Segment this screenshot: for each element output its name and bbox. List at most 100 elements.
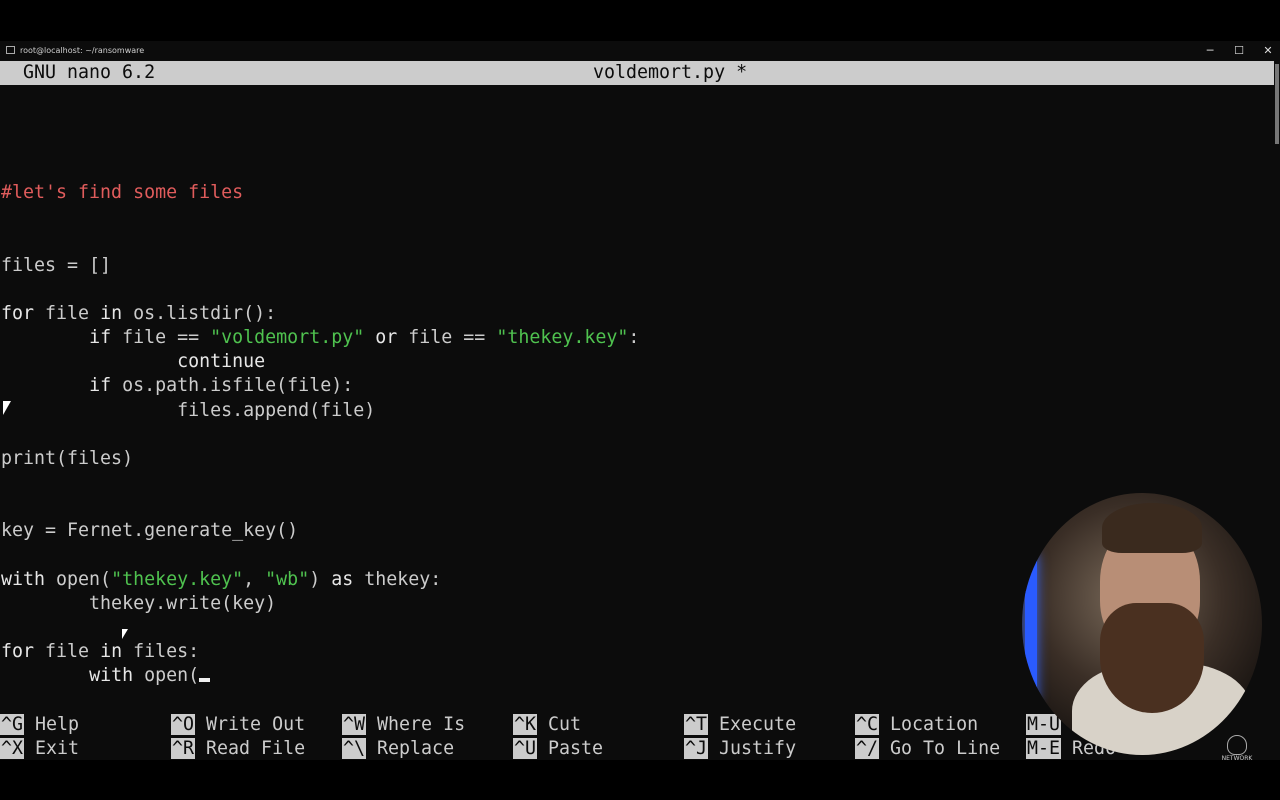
- person-hair: [1102, 503, 1202, 553]
- shortcut-help: ^G Help: [0, 713, 79, 737]
- text-cursor-icon: [122, 629, 128, 639]
- code-keyword: if: [89, 327, 112, 349]
- mouse-pointer-icon: [3, 401, 11, 415]
- shortcut-key: M-U: [1026, 714, 1062, 735]
- code-keyword: if: [89, 375, 112, 397]
- shortcut-key: ^\: [342, 738, 367, 759]
- nano-version: GNU nano 6.2: [23, 62, 156, 83]
- shortcut-key: M-E: [1026, 738, 1062, 759]
- code-text: files.append(file): [1, 399, 376, 421]
- shortcut-label: Replace: [377, 738, 455, 759]
- scrollbar[interactable]: [1274, 60, 1280, 760]
- shortcut-where-is: ^W Where Is: [342, 713, 465, 737]
- code-line: files.append(file): [1, 399, 639, 423]
- neon-light: [1025, 553, 1037, 703]
- video-letterbox-bottom: [0, 760, 1280, 800]
- code-line: thekey.write(key): [1, 592, 639, 616]
- shortcut-label: Location: [890, 714, 979, 735]
- minimize-button[interactable]: ─: [1200, 44, 1220, 58]
- shortcut-label: Paste: [548, 738, 604, 759]
- code-text: os.listdir():: [122, 302, 277, 324]
- shortcut-label: Justify: [719, 738, 797, 759]
- nano-title-bar: GNU nano 6.2 voldemort.py *: [0, 61, 1274, 85]
- shortcut-label: Exit: [35, 738, 80, 759]
- shortcut-key: ^X: [0, 738, 25, 759]
- shortcut-label: Where Is: [377, 714, 466, 735]
- code-comment: #let's find some files: [1, 182, 244, 204]
- code-string: "thekey.key": [111, 568, 244, 590]
- code-keyword: for: [1, 640, 35, 662]
- shortcut-label: Go To Line: [890, 738, 1001, 759]
- terminal-icon: [6, 46, 15, 54]
- code-line: #let's find some files: [1, 181, 639, 205]
- skull-logo-icon: [1227, 735, 1247, 755]
- code-text: :: [628, 327, 640, 349]
- shortcut-label: Write Out: [206, 714, 306, 735]
- code-text: file ==: [397, 327, 497, 349]
- code-line: if file == "voldemort.py" or file == "th…: [1, 326, 639, 350]
- shortcut-paste: ^U Paste: [513, 737, 603, 761]
- shortcut-key: ^/: [855, 738, 880, 759]
- webcam-overlay: [1022, 493, 1262, 755]
- shortcut-execute: ^T Execute: [684, 713, 796, 737]
- code-text: open(: [45, 568, 112, 590]
- code-line: with open("thekey.key", "wb") as thekey:: [1, 568, 639, 592]
- code-line: with open(: [1, 664, 639, 688]
- code-text: file ==: [111, 327, 211, 349]
- shortcut-key: ^K: [513, 714, 538, 735]
- code-text: files = []: [1, 254, 112, 276]
- shortcut-label: Help: [35, 714, 80, 735]
- code-keyword: in: [100, 302, 123, 324]
- shortcut-location: ^C Location: [855, 713, 978, 737]
- code-keyword: or: [375, 327, 398, 349]
- shortcut-cut: ^K Cut: [513, 713, 581, 737]
- shortcut-key: ^R: [171, 738, 196, 759]
- code-line: continue: [1, 350, 639, 374]
- maximize-button[interactable]: ☐: [1229, 44, 1249, 58]
- code-text: open(: [133, 665, 200, 687]
- close-button[interactable]: ✕: [1258, 44, 1278, 58]
- code-line: for file in files:: [1, 640, 639, 664]
- code-keyword: with: [1, 568, 46, 590]
- scrollbar-thumb[interactable]: [1275, 64, 1279, 144]
- shortcut-go-to-line: ^/ Go To Line: [855, 737, 1000, 761]
- code-line: key = Fernet.generate_key(): [1, 519, 639, 543]
- shortcut-key: ^J: [684, 738, 709, 759]
- nano-filename: voldemort.py *: [593, 62, 748, 83]
- code-text: files:: [122, 640, 200, 662]
- shortcut-key: ^U: [513, 738, 538, 759]
- code-line: if os.path.isfile(file):: [1, 374, 639, 398]
- window-titlebar[interactable]: root@localhost: ~/ransomware ─ ☐ ✕: [0, 41, 1280, 60]
- code-keyword: with: [89, 665, 134, 687]
- code-string: "wb": [265, 568, 310, 590]
- code-line: files = []: [1, 254, 639, 278]
- shortcut-label: Read File: [206, 738, 306, 759]
- shortcut-replace: ^\ Replace: [342, 737, 454, 761]
- text-cursor: [199, 678, 211, 683]
- code-line: for file in os.listdir():: [1, 302, 639, 326]
- video-letterbox-top: [0, 0, 1280, 41]
- shortcut-key: ^W: [342, 714, 367, 735]
- editor-text-area[interactable]: #let's find some files files = [] for file…: [1, 133, 639, 688]
- code-text: file: [34, 640, 101, 662]
- code-text: key = Fernet.generate_key(): [1, 520, 299, 542]
- person-beard: [1100, 603, 1204, 713]
- window-title: root@localhost: ~/ransomware: [20, 46, 145, 55]
- code-text: thekey.write(key): [1, 592, 277, 614]
- code-keyword: continue: [177, 351, 266, 373]
- shortcut-justify: ^J Justify: [684, 737, 796, 761]
- code-text: thekey:: [353, 568, 442, 590]
- code-text: ): [309, 568, 332, 590]
